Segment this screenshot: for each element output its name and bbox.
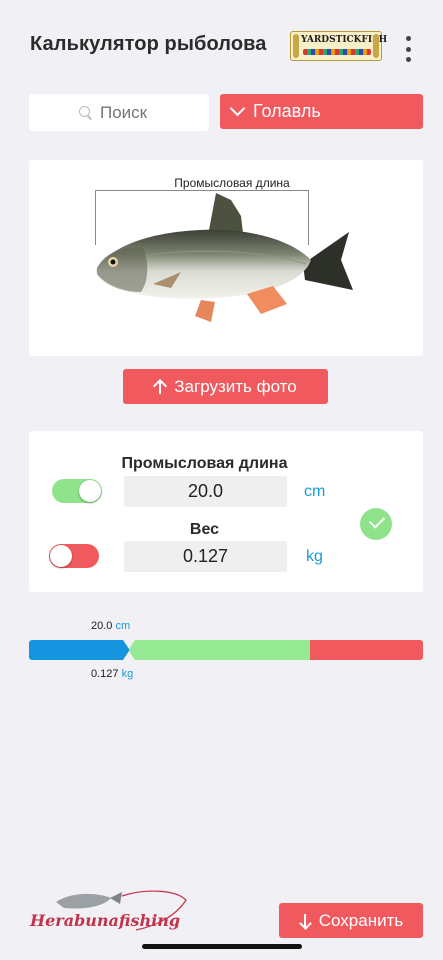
svg-text:Herabunafishing: Herabunafishing (29, 911, 180, 930)
toggle-knob (50, 545, 72, 567)
length-toggle[interactable] (52, 479, 102, 503)
scale-segment-1 (29, 640, 130, 660)
fish-illustration (96, 193, 353, 322)
upload-photo-label: Загрузить фото (174, 376, 297, 396)
search-icon (78, 105, 94, 121)
upload-photo-button[interactable]: Загрузить фото (123, 369, 328, 404)
scale-segment-2 (129, 640, 310, 660)
logo-stripes (303, 49, 371, 55)
arrow-down-icon (299, 913, 311, 929)
scale-length-readout: 20.0 cm (91, 620, 130, 632)
more-vertical-icon[interactable] (400, 36, 416, 62)
app-header: Калькулятор рыболова YARDSTICKFISH (0, 0, 443, 92)
species-selected-label: Голавль (253, 101, 321, 121)
scale-segment-3 (309, 640, 423, 660)
logo-text: YARDSTICKFISH (301, 35, 388, 45)
scale-weight-value: 0.127 (91, 668, 119, 680)
toggle-knob (79, 480, 101, 502)
arrow-up-icon (154, 379, 166, 395)
save-label: Сохранить (318, 910, 404, 930)
scale-weight-unit: kg (121, 668, 134, 680)
scale-length-value: 20.0 (91, 620, 113, 632)
save-button[interactable]: Сохранить (279, 903, 423, 938)
weight-toggle[interactable] (49, 544, 99, 568)
search-input[interactable] (100, 102, 160, 123)
weight-unit: kg (306, 548, 323, 565)
yardstickfish-logo: YARDSTICKFISH (290, 31, 388, 61)
weight-field[interactable] (124, 541, 287, 572)
search-box[interactable] (29, 94, 209, 131)
length-unit: cm (304, 483, 326, 500)
length-label: Промысловая длина (121, 455, 288, 472)
scale-bar (29, 640, 423, 660)
size-scale: 20.0 cm 0.127 kg (29, 618, 423, 688)
fish-image-card: Промысловая длина (29, 160, 423, 356)
home-indicator (142, 944, 302, 949)
scale-length-unit: cm (115, 620, 131, 632)
logo-scroll-right (373, 34, 379, 58)
measurements-card: Промысловая длина cm Вес kg (29, 431, 423, 592)
species-dropdown[interactable]: Голавль (220, 94, 423, 129)
check-icon (360, 508, 392, 540)
page-title: Калькулятор рыболова (30, 33, 267, 55)
scale-weight-readout: 0.127 kg (91, 668, 133, 680)
length-field[interactable] (124, 476, 287, 507)
herabunafishing-logo: Herabunafishing (29, 890, 187, 931)
chevron-down-icon (229, 100, 246, 117)
weight-label: Вес (189, 521, 220, 538)
logo-scroll-left (293, 34, 299, 58)
